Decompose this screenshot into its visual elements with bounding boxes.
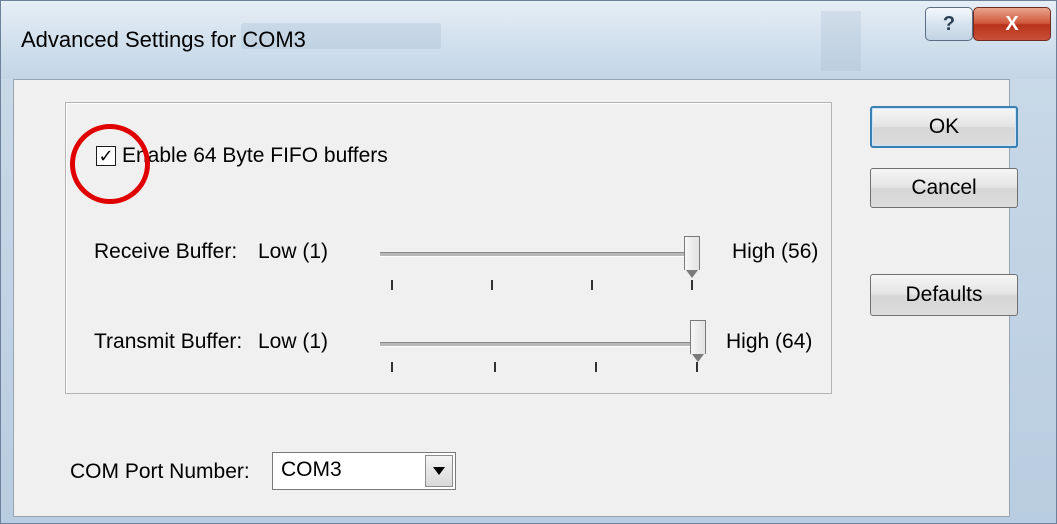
transmit-slider-tick — [494, 362, 496, 372]
receive-buffer-low-label: Low (1) — [258, 240, 329, 263]
title-bar-reflection — [821, 11, 861, 71]
help-button[interactable]: ? — [925, 7, 973, 41]
ok-button[interactable]: OK — [870, 106, 1018, 148]
receive-buffer-slider-track[interactable] — [380, 252, 700, 257]
transmit-buffer-label: Transmit Buffer: — [94, 330, 243, 353]
receive-buffer-label: Receive Buffer: — [94, 240, 238, 263]
window-title: Advanced Settings for COM3 — [21, 27, 306, 52]
receive-buffer-high-label: High (56) — [732, 240, 819, 263]
transmit-buffer-slider-track[interactable] — [380, 342, 706, 347]
close-button[interactable]: X — [973, 7, 1051, 41]
receive-slider-tick — [691, 280, 693, 290]
receive-slider-tick — [391, 280, 393, 290]
com-port-label: COM Port Number: — [70, 460, 250, 483]
chevron-down-icon[interactable] — [425, 455, 453, 487]
receive-slider-tick — [491, 280, 493, 290]
advanced-settings-dialog: Advanced Settings for COM3 ? X ✓ Enable … — [0, 0, 1057, 524]
transmit-buffer-high-label: High (64) — [726, 330, 813, 353]
receive-slider-tick — [591, 280, 593, 290]
dialog-client-area: ✓ Enable 64 Byte FIFO buffers Receive Bu… — [13, 79, 1018, 517]
transmit-slider-tick — [595, 362, 597, 372]
question-mark-icon: ? — [942, 12, 956, 35]
defaults-button[interactable]: Defaults — [870, 274, 1018, 316]
transmit-buffer-low-label: Low (1) — [258, 330, 329, 353]
transmit-buffer-slider-thumb[interactable] — [690, 320, 706, 362]
transmit-slider-tick — [391, 362, 393, 372]
receive-buffer-slider-thumb[interactable] — [684, 236, 700, 278]
highlight-circle-annotation — [70, 124, 150, 204]
transmit-slider-tick — [696, 362, 698, 372]
fifo-checkbox-label[interactable]: Enable 64 Byte FIFO buffers — [122, 144, 388, 168]
close-icon: X — [1005, 12, 1019, 35]
cancel-button[interactable]: Cancel — [870, 168, 1018, 208]
com-port-selected-value: COM3 — [281, 458, 342, 481]
title-bar[interactable]: Advanced Settings for COM3 ? X — [1, 1, 1056, 79]
com-port-select[interactable]: COM3 — [272, 452, 456, 490]
